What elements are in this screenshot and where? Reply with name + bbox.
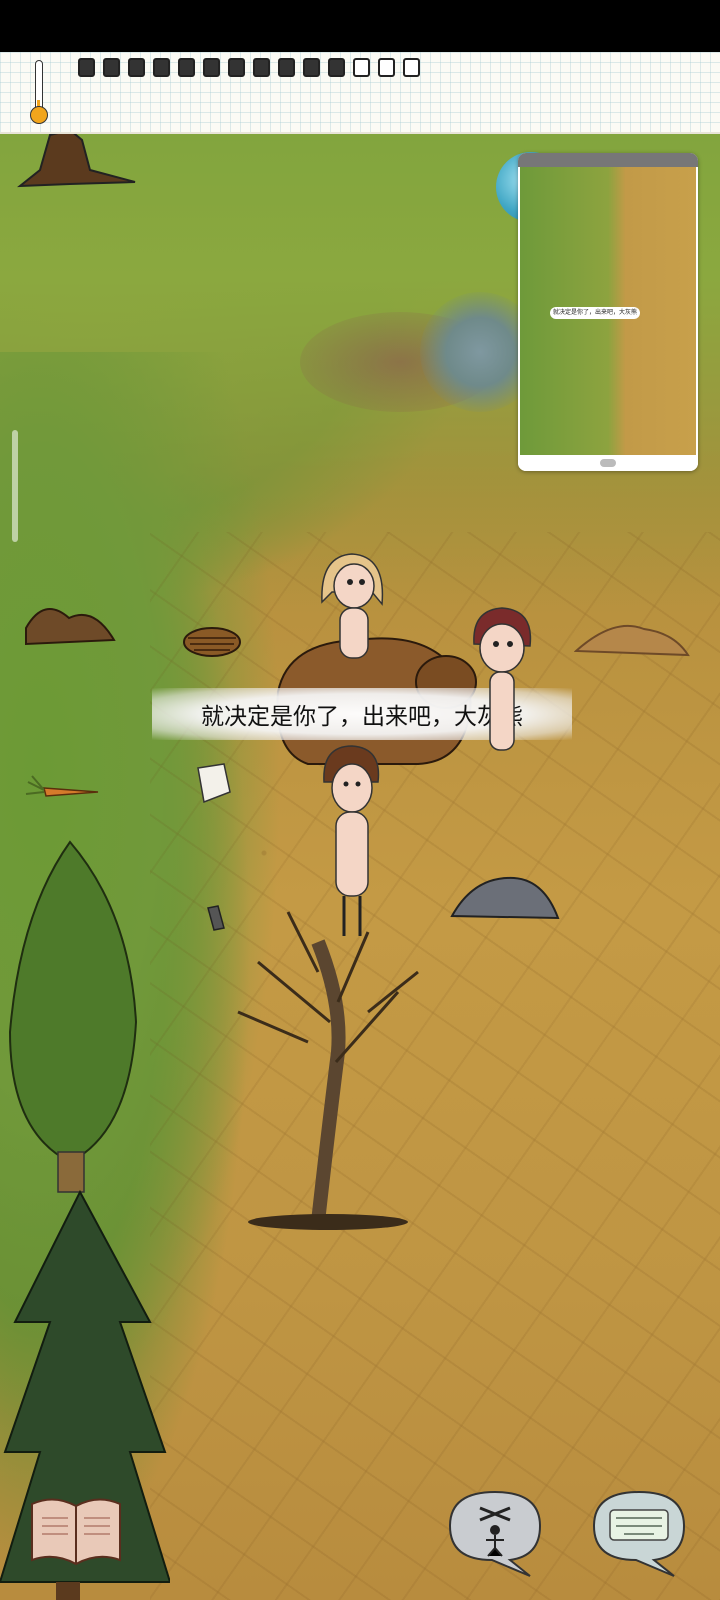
keyboard-icon — [592, 1490, 686, 1577]
thermometer-icon — [30, 60, 48, 124]
status-bar — [0, 0, 720, 52]
food-pip-empty — [403, 58, 420, 77]
food-pip-full — [128, 58, 145, 77]
food-pip-full — [303, 58, 320, 77]
big-rock[interactable] — [444, 870, 564, 930]
emote-button[interactable] — [440, 1486, 550, 1578]
food-pip-full — [153, 58, 170, 77]
food-pip-full — [228, 58, 245, 77]
food-pip-full — [178, 58, 195, 77]
cypress-tree[interactable] — [0, 832, 150, 1212]
minimap-speech: 就决定是你了，出来吧，大灰熊 — [550, 307, 640, 319]
minimap-handle[interactable] — [600, 459, 616, 467]
keyboard-button[interactable] — [584, 1486, 694, 1578]
blonde-child[interactable] — [312, 552, 392, 662]
book-icon — [31, 1498, 121, 1566]
basket[interactable] — [182, 624, 242, 664]
puppet-icon — [448, 1490, 542, 1577]
hud-paper-bar — [0, 52, 720, 134]
food-pip-full — [253, 58, 270, 77]
food-pip-full — [103, 58, 120, 77]
tree-stump[interactable] — [10, 130, 140, 190]
food-pip-full — [328, 58, 345, 77]
dirt-mound[interactable] — [24, 596, 116, 652]
food-pip-full — [278, 58, 295, 77]
redhair-child[interactable] — [468, 604, 538, 754]
recipe-book-button[interactable] — [26, 1494, 126, 1568]
food-pip-empty — [353, 58, 370, 77]
minimap-scene: 就决定是你了，出来吧，大灰熊 — [520, 167, 696, 455]
food-pip-full — [78, 58, 95, 77]
dead-tree[interactable] — [218, 892, 438, 1232]
paper-note[interactable] — [194, 762, 234, 806]
minimap-top-bar — [518, 153, 698, 167]
food-pip-full — [203, 58, 220, 77]
food-meter — [78, 58, 420, 77]
minimap-overlay[interactable]: 就决定是你了，出来吧，大灰熊 — [518, 153, 698, 471]
side-scroll-indicator[interactable] — [12, 430, 18, 542]
dirt-pile[interactable] — [574, 615, 690, 659]
player-character[interactable] — [318, 742, 388, 942]
minimap-bottom-bar — [518, 455, 698, 471]
carrot[interactable] — [24, 774, 104, 804]
food-pip-empty — [378, 58, 395, 77]
